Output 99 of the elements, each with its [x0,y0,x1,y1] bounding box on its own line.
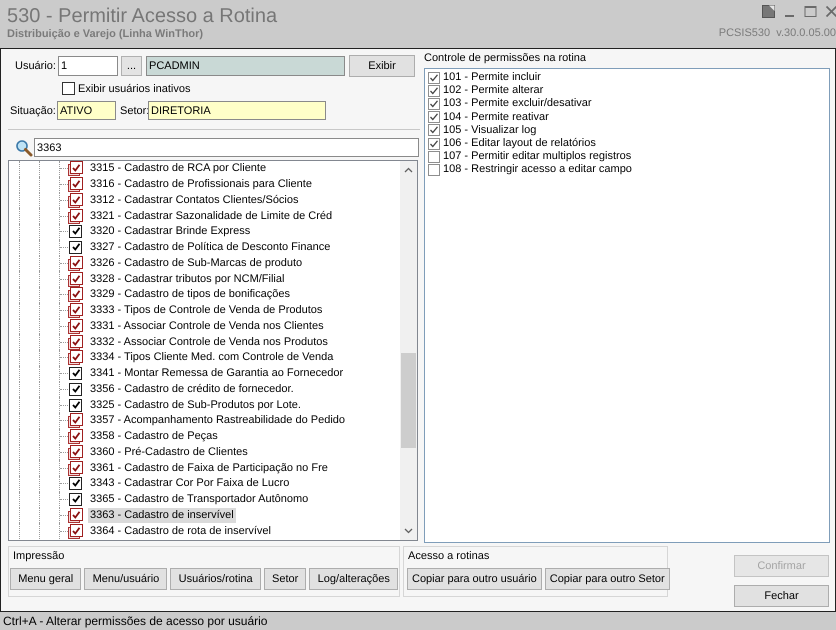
show-button[interactable]: Exibir [349,55,415,77]
checkbox[interactable] [428,72,440,84]
checkbox[interactable] [68,350,83,366]
permission-label[interactable]: 106 - Editar layout de relatórios [443,137,596,150]
version-label: PCSIS530 v.30.0.05.00 [718,27,836,40]
permissions-title: Controle de permissões na rotina [424,52,588,65]
print-button[interactable]: Log/alterações [309,568,398,590]
checkbox[interactable] [68,366,83,382]
checkbox-label[interactable]: Exibir usuários inativos [78,82,190,94]
copy-button[interactable]: Copiar para outro usuário [407,568,542,590]
checkbox[interactable] [68,240,83,256]
checkbox[interactable] [68,272,83,287]
group-title: Acesso a rotinas [408,550,490,563]
permission-label[interactable]: 108 - Restringir acesso a editar campo [443,163,632,176]
sector-field[interactable]: DIRETORIA [148,101,326,120]
tree-item[interactable]: 3333 - Tipos de Controle de Venda de Produtos [88,303,324,318]
checkbox[interactable] [68,413,83,428]
tree-item[interactable]: 3334 - Tipos Cliente Med. com Controle de Venda [88,350,336,366]
checkbox[interactable] [68,161,83,176]
tree-item[interactable]: 3325 - Cadastro de Sub-Produtos por Lote. [88,398,303,413]
checkbox[interactable] [68,429,83,444]
checkbox[interactable] [428,138,440,150]
print-button[interactable]: Usuários/rotina [170,568,261,590]
scroll-up-icon[interactable] [404,167,413,173]
tree-item[interactable]: 3358 - Cadastro de Peças [88,429,220,444]
search-field[interactable]: 3363 [34,138,419,157]
checkbox[interactable] [68,303,83,318]
tree-item[interactable]: 3315 - Cadastro de RCA por Cliente [88,161,268,176]
close-icon[interactable] [825,5,836,18]
sector-label: Setor: [119,104,148,116]
print-button[interactable]: Setor [264,568,306,590]
tree-item[interactable]: 3341 - Montar Remessa de Garantia ao Fornecedor [88,366,346,382]
permission-label[interactable]: 101 - Permite incluir [443,71,541,84]
tree-item[interactable]: 3343 - Cadastrar Cor Por Faixa de Lucro [88,476,292,492]
checkbox[interactable] [68,476,83,492]
lookup-button[interactable]: ... [121,56,142,76]
scrollbar[interactable] [400,161,417,540]
checkbox[interactable] [68,192,83,208]
tree-item[interactable]: 3360 - Pré-Cadastro de Clientes [88,444,250,460]
checkbox[interactable] [68,208,83,224]
tree-item[interactable]: 3332 - Associar Controle de Venda nos Produtos [88,334,330,350]
checkbox[interactable] [68,256,83,271]
window-title: 530 - Permitir Acesso a Rotina [7,4,278,28]
checkbox[interactable] [68,508,83,523]
checkbox[interactable] [68,224,83,240]
tree-item[interactable]: 3312 - Cadastrar Contatos Clientes/Sócios [88,192,300,208]
tree-item[interactable]: 3328 - Cadastrar tributos por NCM/Filial [88,272,286,287]
permission-label[interactable]: 105 - Visualizar log [443,124,536,137]
checkbox[interactable] [68,524,83,539]
checkbox[interactable] [68,460,83,476]
scroll-down-icon[interactable] [404,528,413,534]
checkbox[interactable] [68,398,83,413]
checkbox[interactable] [428,111,440,124]
checkbox[interactable] [428,150,440,163]
maximize-icon[interactable] [804,5,817,18]
tree-item[interactable]: 3326 - Cadastro de Sub-Marcas de produto [88,256,304,271]
checkbox[interactable] [428,164,440,176]
tree-item[interactable]: 3320 - Cadastrar Brinde Express [88,224,252,240]
permission-label[interactable]: 103 - Permite excluir/desativar [443,97,592,110]
status-bar-text: Ctrl+A - Alterar permissões de acesso por usuário [3,614,268,628]
print-button[interactable]: Menu geral [10,568,82,590]
tree-item[interactable]: 3321 - Cadastrar Sazonalidade de Limite de Créd [88,208,334,224]
edit-icon[interactable] [762,5,775,18]
tree-item[interactable]: 3361 - Cadastro de Faixa de Participação no Fre [88,460,330,476]
tree-item[interactable]: 3364 - Cadastro de rota de inservível [88,524,273,539]
checkbox[interactable] [428,84,440,97]
user-name-field[interactable]: PCADMIN [146,56,345,76]
window-subtitle: Distribuição e Varejo (Linha WinThor) [7,28,204,41]
scrollbar-thumb[interactable] [401,353,416,448]
tree-item[interactable]: 3316 - Cadastro de Profissionais para Cliente [88,177,314,192]
checkbox[interactable] [68,318,83,334]
permission-label[interactable]: 104 - Permite reativar [443,110,549,124]
user-id-field[interactable]: 1 [58,56,118,76]
checkbox[interactable] [68,334,83,350]
permission-label[interactable]: 102 - Permite alterar [443,84,544,98]
status-label: Situação: [9,104,57,116]
tree-item[interactable]: 3363 - Cadastro de inservível [88,508,236,523]
user-label: Usuário: [14,60,57,72]
copy-button[interactable]: Copiar para outro Setor [544,568,670,590]
group-title: Impressão [13,550,66,563]
tree-item[interactable]: 3356 - Cadastro de crédito de fornecedor. [88,382,296,397]
checkbox[interactable] [62,82,75,95]
permission-label[interactable]: 107 - Permitir editar multiplos registros [443,150,632,164]
checkbox[interactable] [68,287,83,302]
tree-item[interactable]: 3327 - Cadastro de Política de Desconto Finance [88,240,332,256]
checkbox[interactable] [428,98,440,110]
tree-item[interactable]: 3329 - Cadastro de tipos de bonificações [88,287,292,302]
checkbox[interactable] [68,444,83,460]
tree-item[interactable]: 3365 - Cadastro de Transportador Autônomo [88,492,310,508]
checkbox[interactable] [68,177,83,192]
action-button[interactable]: Fechar [734,585,829,607]
print-button[interactable]: Menu/usuário [84,568,168,590]
checkbox[interactable] [428,124,440,136]
checkbox[interactable] [68,382,83,397]
search-icon [15,138,33,156]
tree-item[interactable]: 3331 - Associar Controle de Venda nos Clientes [88,318,326,334]
checkbox[interactable] [68,492,83,508]
tree-item[interactable]: 3357 - Acompanhamento Rastreabilidade do Pedido [88,413,348,428]
status-field[interactable]: ATIVO [57,101,116,120]
